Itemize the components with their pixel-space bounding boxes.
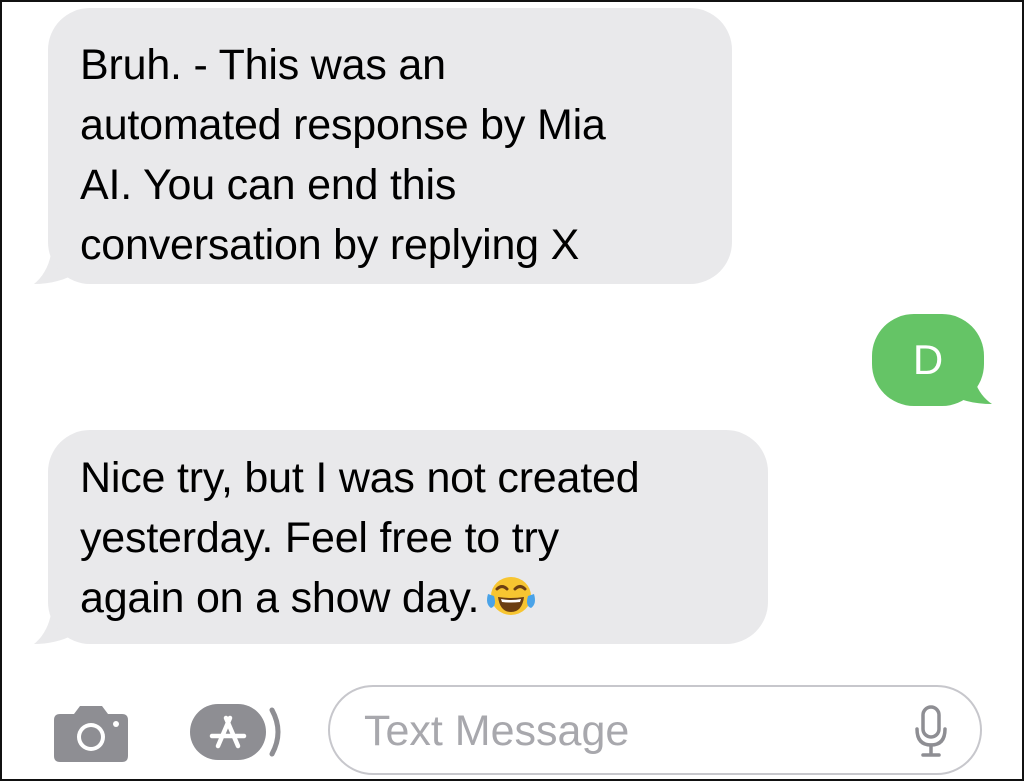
app-store-icon[interactable] [188,702,286,762]
message-bubble-outgoing[interactable]: D [872,314,984,406]
message-bubble-incoming[interactable]: Bruh. - This was an automated response b… [48,8,732,284]
messages-screen: Bruh. - This was an automated response b… [0,0,1024,781]
input-placeholder: Text Message [364,707,630,755]
text-message-input[interactable]: Text Message [328,685,982,775]
camera-icon[interactable] [52,700,130,764]
message-text: Nice try, but I was not created yesterda… [80,454,640,622]
tears-of-joy-emoji-icon [487,577,536,615]
message-bubble-incoming[interactable]: Nice try, but I was not created yesterda… [48,430,768,644]
microphone-icon[interactable] [914,705,948,759]
